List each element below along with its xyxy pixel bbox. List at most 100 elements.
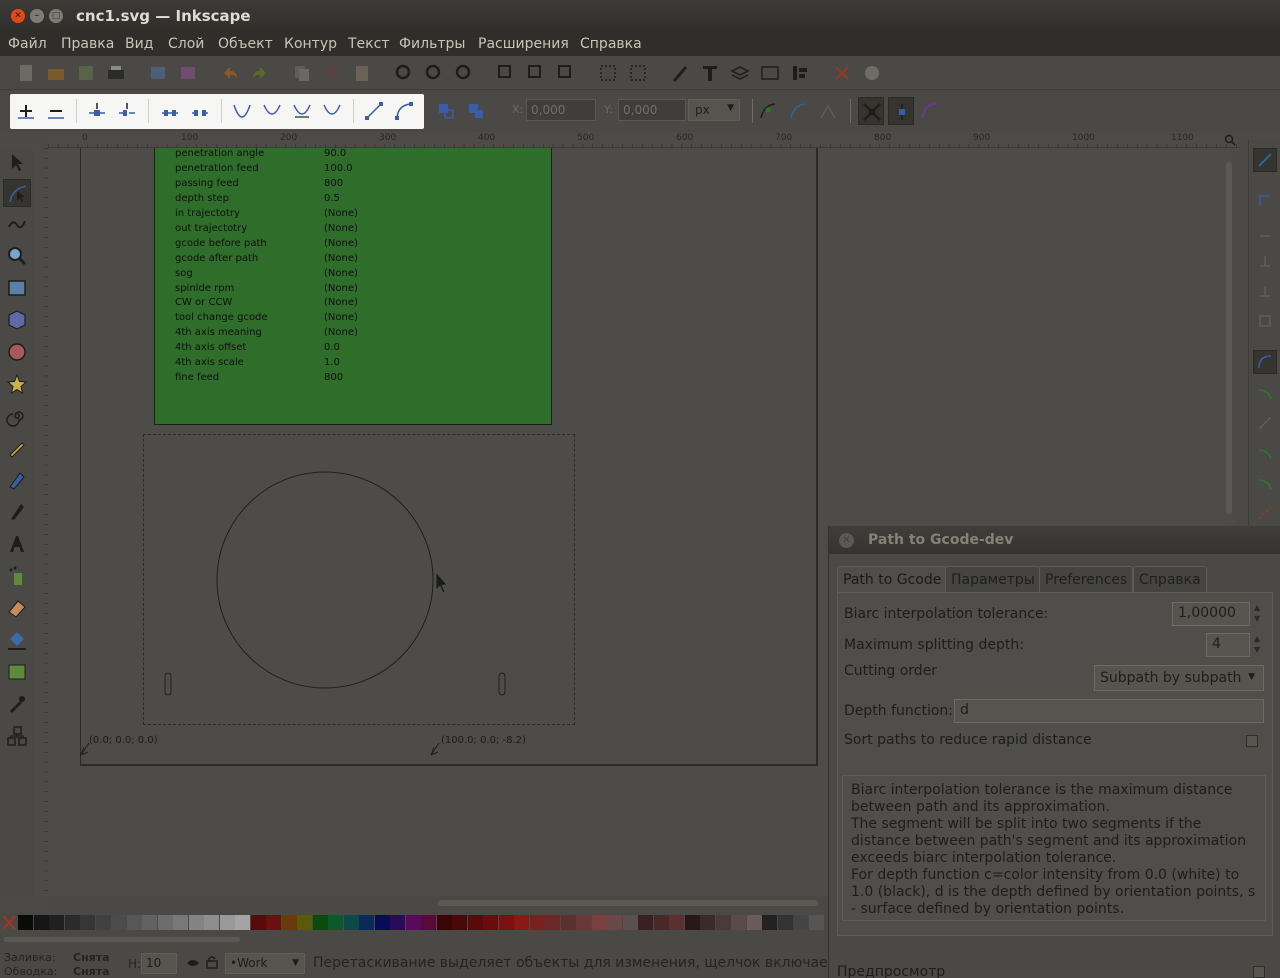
- zoom-drawing-icon[interactable]: [424, 63, 444, 83]
- node-tool-button[interactable]: [3, 179, 31, 207]
- menu-filters[interactable]: Фильтры: [399, 36, 465, 52]
- color-swatch[interactable]: [266, 915, 281, 930]
- stroke-value[interactable]: Снята: [73, 965, 110, 978]
- color-swatch[interactable]: [343, 915, 359, 930]
- align-distribute-icon[interactable]: [790, 63, 810, 83]
- no-paint-icon[interactable]: [2, 915, 16, 930]
- undo-icon[interactable]: [220, 63, 240, 83]
- color-swatch[interactable]: [173, 915, 188, 930]
- color-swatch[interactable]: [80, 915, 95, 930]
- print-icon[interactable]: [106, 63, 126, 83]
- snap-nodes-button[interactable]: [1253, 350, 1277, 374]
- slot-right[interactable]: [498, 672, 506, 696]
- snap-bbox-edge-icon[interactable]: [1256, 222, 1274, 240]
- layers-icon[interactable]: [730, 63, 750, 83]
- circle-path[interactable]: [216, 471, 434, 689]
- menu-edit[interactable]: Правка: [61, 36, 114, 52]
- cutting-order-select[interactable]: Subpath by subpath ▼: [1094, 665, 1264, 691]
- export-icon[interactable]: [178, 63, 198, 83]
- color-swatch[interactable]: [405, 915, 421, 930]
- pen-tool-icon[interactable]: [6, 469, 28, 491]
- sort-paths-checkbox[interactable]: [1246, 735, 1258, 747]
- x-input[interactable]: 0,000: [526, 99, 596, 121]
- dialog-close-button[interactable]: ✕: [839, 533, 854, 548]
- color-swatch[interactable]: [793, 915, 808, 930]
- show-outline-icon[interactable]: [920, 101, 940, 121]
- snap-path-icon[interactable]: [1256, 384, 1274, 402]
- tab-preferences[interactable]: Preferences: [1039, 566, 1134, 592]
- color-swatch[interactable]: [638, 915, 653, 930]
- edit-clip-path-icon[interactable]: [788, 101, 808, 121]
- color-swatch[interactable]: [33, 915, 49, 930]
- menu-text[interactable]: Текст: [348, 36, 389, 52]
- color-swatch[interactable]: [653, 915, 669, 930]
- snap-intersection-icon[interactable]: [1256, 414, 1274, 432]
- vertical-scrollbar[interactable]: [1222, 152, 1236, 524]
- menu-path[interactable]: Контур: [284, 36, 337, 52]
- xml-editor-icon[interactable]: [760, 63, 780, 83]
- color-swatch[interactable]: [467, 915, 483, 930]
- spray-tool-icon[interactable]: [6, 565, 28, 587]
- scroll-thumb[interactable]: [438, 900, 818, 906]
- color-swatch[interactable]: [312, 915, 328, 930]
- color-swatch[interactable]: [250, 915, 266, 930]
- color-swatch[interactable]: [64, 915, 80, 930]
- color-swatch[interactable]: [622, 915, 638, 930]
- tab-help[interactable]: Справка: [1133, 566, 1207, 592]
- split-spin-buttons[interactable]: ▲ ▼: [1250, 633, 1264, 657]
- object-to-path-icon[interactable]: [436, 101, 456, 121]
- slot-left[interactable]: [164, 672, 172, 696]
- insert-node-icon[interactable]: [16, 101, 36, 121]
- text-tool-icon[interactable]: [6, 533, 28, 555]
- color-swatch[interactable]: [529, 915, 545, 930]
- tweak-tool-icon[interactable]: [6, 213, 28, 235]
- minimize-window-button[interactable]: –: [30, 9, 44, 23]
- cut-icon[interactable]: [322, 63, 342, 83]
- color-swatch[interactable]: [514, 915, 529, 930]
- color-swatch[interactable]: [576, 915, 591, 930]
- color-swatch[interactable]: [111, 915, 126, 930]
- color-swatch[interactable]: [157, 915, 173, 930]
- stroke-to-path-icon[interactable]: [466, 101, 486, 121]
- color-swatch[interactable]: [545, 915, 560, 930]
- cusp-node-icon[interactable]: [232, 101, 252, 121]
- opacity-input[interactable]: 10: [141, 953, 177, 974]
- menu-help[interactable]: Справка: [580, 36, 642, 52]
- preview-checkbox[interactable]: [1253, 966, 1265, 978]
- delete-segment-icon[interactable]: [190, 101, 210, 121]
- segment-to-curve-icon[interactable]: [394, 101, 414, 121]
- duplicate-icon[interactable]: [496, 63, 516, 83]
- join-segment-icon[interactable]: [160, 101, 180, 121]
- rectangle-tool-icon[interactable]: [6, 277, 28, 299]
- break-path-icon[interactable]: [117, 101, 137, 121]
- splitting-depth-input[interactable]: 4: [1206, 633, 1250, 657]
- segment-to-line-icon[interactable]: [364, 101, 384, 121]
- maximize-window-button[interactable]: □: [49, 9, 63, 23]
- zoom-corner-icon[interactable]: [1224, 134, 1236, 146]
- color-swatch[interactable]: [297, 915, 312, 930]
- fill-value[interactable]: Снята: [73, 951, 110, 964]
- color-swatch[interactable]: [219, 915, 235, 930]
- color-swatch[interactable]: [808, 915, 824, 930]
- auto-smooth-node-icon[interactable]: [322, 101, 342, 121]
- zoom-selection-icon[interactable]: [394, 63, 414, 83]
- edit-mask-icon[interactable]: [818, 101, 838, 121]
- snap-bbox-midpoint-icon[interactable]: [1256, 282, 1274, 300]
- open-document-icon[interactable]: [46, 63, 66, 83]
- layer-select[interactable]: •Work ▼: [225, 953, 305, 974]
- delete-node-icon[interactable]: [46, 101, 66, 121]
- join-nodes-icon[interactable]: [87, 101, 107, 121]
- color-swatch[interactable]: [374, 915, 390, 930]
- color-swatch[interactable]: [684, 915, 700, 930]
- color-swatch[interactable]: [700, 915, 715, 930]
- ungroup-icon[interactable]: [628, 63, 648, 83]
- color-swatch[interactable]: [49, 915, 64, 930]
- clone-icon[interactable]: [526, 63, 546, 83]
- spiral-tool-icon[interactable]: [6, 405, 28, 427]
- new-document-icon[interactable]: [16, 63, 36, 83]
- close-window-button[interactable]: ✕: [11, 9, 25, 23]
- color-swatch[interactable]: [746, 915, 762, 930]
- pencil-tool-icon[interactable]: [6, 437, 28, 459]
- color-swatch[interactable]: [95, 915, 111, 930]
- color-swatch[interactable]: [18, 915, 33, 930]
